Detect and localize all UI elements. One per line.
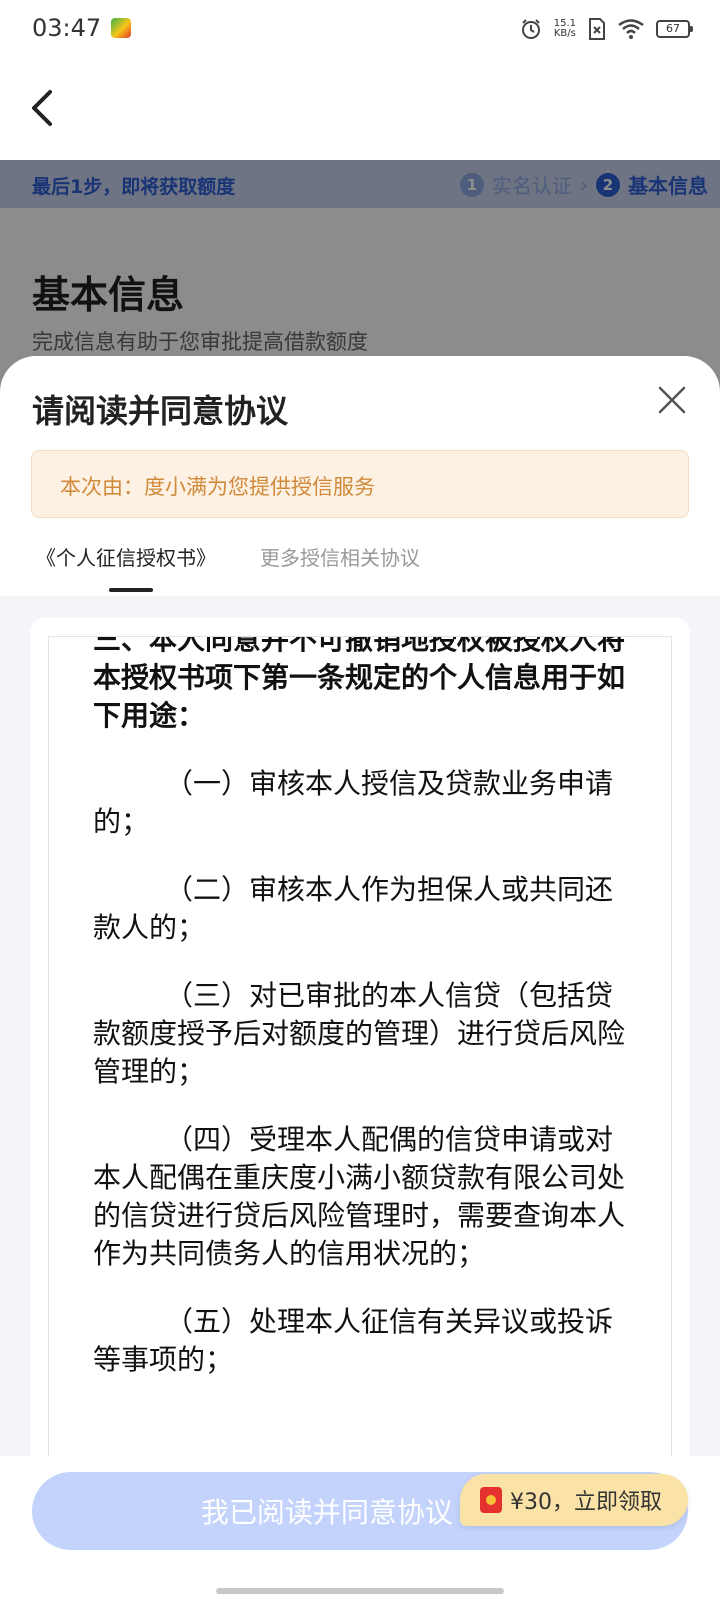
document-area: 三、本人同意并不可撤销地授权被授权人将本授权书项下第一条规定的个人信息用于如下用… (0, 596, 720, 1600)
home-indicator[interactable] (216, 1588, 504, 1594)
tab-more-agreements[interactable]: 更多授信相关协议 (260, 542, 420, 571)
status-bar: 03:47 15.1 KB/s 67 (0, 0, 720, 56)
document-paragraph: （二）审核本人作为担保人或共同还款人的； (93, 873, 614, 944)
document-paragraph: （三）对已审批的本人信贷（包括贷款额度授予后对额度的管理）进行贷后风险管理的； (93, 979, 626, 1088)
back-arrow-icon[interactable] (24, 84, 64, 132)
provider-notice-text: 本次由：度小满为您提供授信服务 (60, 475, 375, 499)
status-icons: 15.1 KB/s 67 (520, 16, 693, 42)
document-paragraph: （五）处理本人征信有关异议或投诉等事项的； (93, 1305, 614, 1376)
nav-bar (0, 56, 720, 160)
document-card: 三、本人同意并不可撤销地授权被授权人将本授权书项下第一条规定的个人信息用于如下用… (30, 618, 690, 1600)
document-text: 三、本人同意并不可撤销地授权被授权人将本授权书项下第一条规定的个人信息用于如下用… (93, 636, 633, 1379)
red-packet-icon (480, 1487, 502, 1513)
status-time: 03:47 (32, 14, 102, 42)
document-paragraph: （一）审核本人授信及贷款业务申请的； (93, 767, 614, 838)
alarm-icon (521, 19, 540, 39)
network-speed: 15.1 KB/s (554, 19, 576, 39)
provider-notice: 本次由：度小满为您提供授信服务 (31, 450, 689, 518)
net-speed-unit: KB/s (553, 28, 576, 39)
promo-text: ¥30，立即领取 (510, 1490, 662, 1515)
battery-icon: 67 (656, 20, 693, 38)
active-tab-indicator (109, 588, 153, 592)
app-notification-icon (111, 18, 131, 38)
close-icon[interactable] (652, 380, 692, 420)
promo-badge[interactable]: ¥30，立即领取 (460, 1474, 688, 1526)
tab-credit-authorization[interactable]: 《个人征信授权书》 (36, 542, 216, 571)
no-sim-icon (589, 18, 605, 40)
sheet-title: 请阅读并同意协议 (32, 392, 289, 430)
agreement-sheet: 请阅读并同意协议 本次由：度小满为您提供授信服务 《个人征信授权书》 更多授信相… (0, 356, 720, 1600)
agreement-tabs: 《个人征信授权书》 更多授信相关协议 (0, 526, 720, 596)
document-paragraph: （四）受理本人配偶的信贷申请或对本人配偶在重庆度小满小额贷款有限公司处的信贷进行… (93, 1123, 626, 1270)
wifi-icon (618, 19, 644, 39)
document-heading: 三、本人同意并不可撤销地授权被授权人将本授权书项下第一条规定的个人信息用于如下用… (93, 636, 626, 732)
